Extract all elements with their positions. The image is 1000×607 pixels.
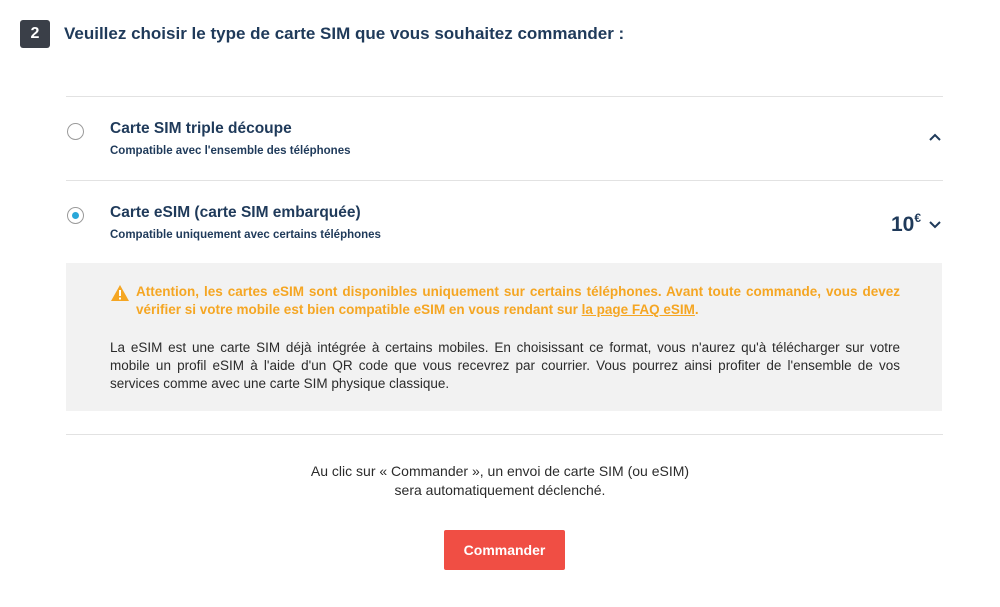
price-currency: €: [914, 211, 921, 225]
chevron-down-icon[interactable]: [927, 217, 943, 233]
step-number-badge: 2: [20, 20, 50, 48]
option-subtitle: Compatible uniquement avec certains télé…: [110, 229, 381, 241]
order-notice-line-1: Au clic sur « Commander », un envoi de c…: [310, 463, 690, 479]
price-amount: 10: [890, 213, 915, 236]
radio-sim-triple-decoupe[interactable]: [67, 123, 84, 140]
warning-text: Attention, les cartes eSIM sont disponib…: [136, 283, 900, 319]
step-header: 2 Veuillez choisir le type de carte SIM …: [20, 20, 624, 48]
divider: [66, 434, 943, 435]
commander-button[interactable]: Commander: [444, 530, 565, 570]
warning-text-main: Attention, les cartes eSIM sont disponib…: [136, 284, 900, 317]
warning-icon: [111, 285, 129, 301]
esim-info-panel: Attention, les cartes eSIM sont disponib…: [66, 263, 942, 411]
esim-description: La eSIM est une carte SIM déjà intégrée …: [110, 340, 900, 391]
option-title: Carte SIM triple découpe: [110, 120, 292, 137]
option-subtitle: Compatible avec l'ensemble des téléphone…: [110, 145, 351, 157]
radio-esim[interactable]: [67, 207, 84, 224]
warning-message: Attention, les cartes eSIM sont disponib…: [110, 283, 900, 319]
option-sim-triple-decoupe[interactable]: Carte SIM triple découpe Compatible avec…: [66, 97, 943, 177]
order-notice: Au clic sur « Commander », un envoi de c…: [0, 462, 1000, 500]
price: 10€: [891, 211, 921, 237]
option-esim[interactable]: Carte eSIM (carte SIM embarquée) Compati…: [66, 181, 943, 261]
faq-esim-link[interactable]: la page FAQ eSIM: [582, 302, 695, 317]
warning-text-end: .: [694, 302, 699, 317]
option-title: Carte eSIM (carte SIM embarquée): [110, 204, 361, 221]
chevron-up-icon[interactable]: [927, 129, 943, 145]
step-title: Veuillez choisir le type de carte SIM qu…: [64, 24, 625, 43]
order-notice-line-2: sera automatiquement déclenché.: [394, 482, 606, 498]
